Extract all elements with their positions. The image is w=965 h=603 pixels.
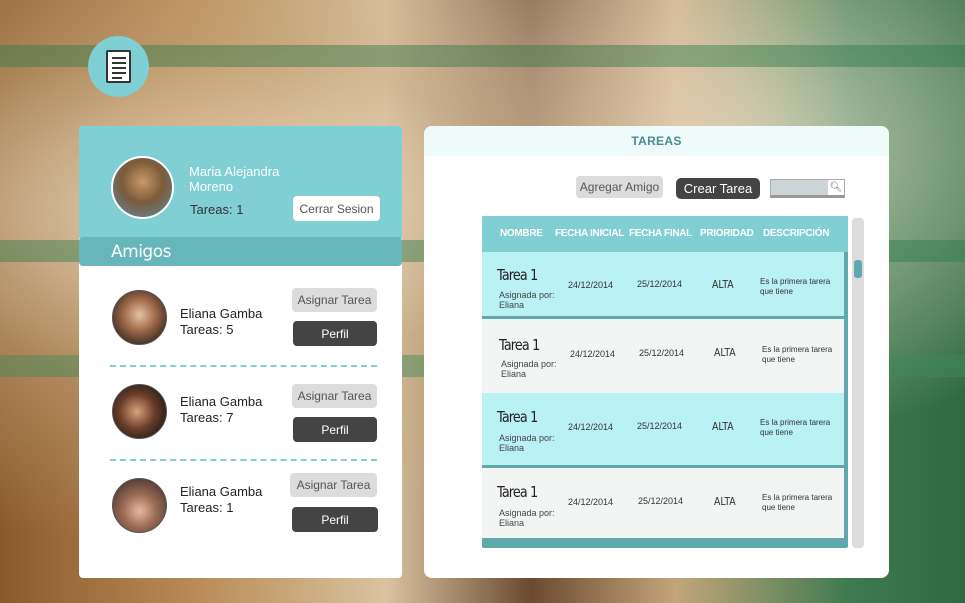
user-panel: Maria Alejandra Moreno Tareas: 1 Cerrar … [79, 126, 402, 578]
column-header[interactable]: PRIORIDAD [700, 228, 754, 239]
friends-title: Amigos [111, 242, 171, 262]
friend-name: Eliana Gamba [180, 484, 263, 499]
column-header[interactable]: NOMBRE [500, 228, 543, 239]
task-description: Es la primera tarera que tiene [762, 345, 833, 364]
table-row[interactable]: Tarea 1 Asignada por: Eliana 24/12/2014 … [482, 468, 844, 538]
table-body: Tarea 1 Asignada por: Eliana 24/12/2014 … [482, 252, 844, 538]
friend-tasks: Tareas: 7 [180, 410, 234, 425]
add-friend-button[interactable]: Agregar Amigo [576, 176, 663, 198]
friend-item: Eliana Gamba Tareas: 5 Asignar Tarea Per… [79, 278, 402, 368]
tasks-panel: TAREAS Agregar Amigo Crear Tarea 🔍︎ NOMB… [424, 126, 889, 578]
assign-task-button[interactable]: Asignar Tarea [292, 384, 377, 408]
logout-button[interactable]: Cerrar Sesion [293, 196, 380, 221]
profile-tasks: Tareas: 1 [190, 202, 244, 217]
profile-header: Maria Alejandra Moreno Tareas: 1 Cerrar … [79, 126, 402, 238]
avatar[interactable] [111, 156, 174, 219]
task-priority: ALTA [714, 346, 736, 359]
task-name: Tarea 1 [499, 336, 540, 354]
column-header[interactable]: DESCRIPCIÓN [763, 228, 829, 239]
task-priority: ALTA [712, 278, 734, 291]
task-end-date: 25/12/2014 [637, 279, 683, 289]
document-icon [106, 50, 131, 83]
friend-name: Eliana Gamba [180, 306, 263, 321]
divider [110, 365, 377, 367]
friend-item: Eliana Gamba Tareas: 7 Asignar Tarea Per… [79, 374, 402, 464]
task-name: Tarea 1 [497, 408, 538, 426]
avatar[interactable] [112, 384, 167, 439]
table-header: NOMBRE FECHA INICIAL FECHA FINAL PRIORID… [482, 216, 848, 252]
task-end-date: 25/12/2014 [637, 421, 683, 431]
avatar[interactable] [112, 290, 167, 345]
friend-name: Eliana Gamba [180, 394, 263, 409]
profile-name: Maria Alejandra Moreno [189, 164, 280, 194]
task-priority: ALTA [712, 420, 734, 433]
task-description: Es la primera tarera que tiene [760, 418, 831, 437]
column-header[interactable]: FECHA INICIAL [555, 228, 624, 239]
profile-button[interactable]: Perfil [293, 417, 377, 442]
scrollbar-thumb[interactable] [854, 260, 862, 278]
task-assigned-by: Asignada por: Eliana [499, 433, 555, 453]
assign-task-button[interactable]: Asignar Tarea [292, 288, 377, 312]
divider [110, 459, 377, 461]
friends-header: Amigos [79, 237, 402, 266]
search-input[interactable]: 🔍︎ [770, 179, 845, 198]
task-priority: ALTA [714, 495, 736, 508]
create-task-button[interactable]: Crear Tarea [676, 178, 760, 199]
tasks-title: TAREAS [424, 126, 889, 156]
task-end-date: 25/12/2014 [638, 496, 684, 506]
friend-item: Eliana Gamba Tareas: 1 Asignar Tarea Per… [79, 466, 402, 556]
task-start-date: 24/12/2014 [570, 349, 616, 359]
task-start-date: 24/12/2014 [568, 280, 614, 290]
task-name: Tarea 1 [497, 266, 538, 284]
task-assigned-by: Asignada por: Eliana [501, 359, 557, 379]
tasks-table: NOMBRE FECHA INICIAL FECHA FINAL PRIORID… [482, 216, 848, 548]
profile-button[interactable]: Perfil [292, 507, 378, 532]
table-row[interactable]: Tarea 1 Asignada por: Eliana 24/12/2014 … [482, 252, 844, 316]
assign-task-button[interactable]: Asignar Tarea [290, 473, 377, 497]
task-start-date: 24/12/2014 [568, 497, 614, 507]
task-description: Es la primera tarera que tiene [760, 277, 831, 296]
avatar[interactable] [112, 478, 167, 533]
app-logo[interactable] [88, 36, 149, 97]
column-header[interactable]: FECHA FINAL [629, 228, 692, 239]
search-icon[interactable]: 🔍︎ [828, 180, 844, 195]
task-name: Tarea 1 [497, 483, 538, 501]
friend-tasks: Tareas: 5 [180, 322, 234, 337]
task-assigned-by: Asignada por: Eliana [499, 508, 555, 528]
task-end-date: 25/12/2014 [639, 348, 685, 358]
task-assigned-by: Asignada por: Eliana [499, 290, 555, 310]
profile-button[interactable]: Perfil [293, 321, 377, 346]
task-description: Es la primera tarera que tiene [762, 493, 833, 512]
table-scrollbar[interactable] [852, 218, 864, 548]
task-start-date: 24/12/2014 [568, 422, 614, 432]
friend-tasks: Tareas: 1 [180, 500, 234, 515]
table-row[interactable]: Tarea 1 Asignada por: Eliana 24/12/2014 … [482, 393, 844, 465]
table-row[interactable]: Tarea 1 Asignada por: Eliana 24/12/2014 … [482, 319, 844, 393]
